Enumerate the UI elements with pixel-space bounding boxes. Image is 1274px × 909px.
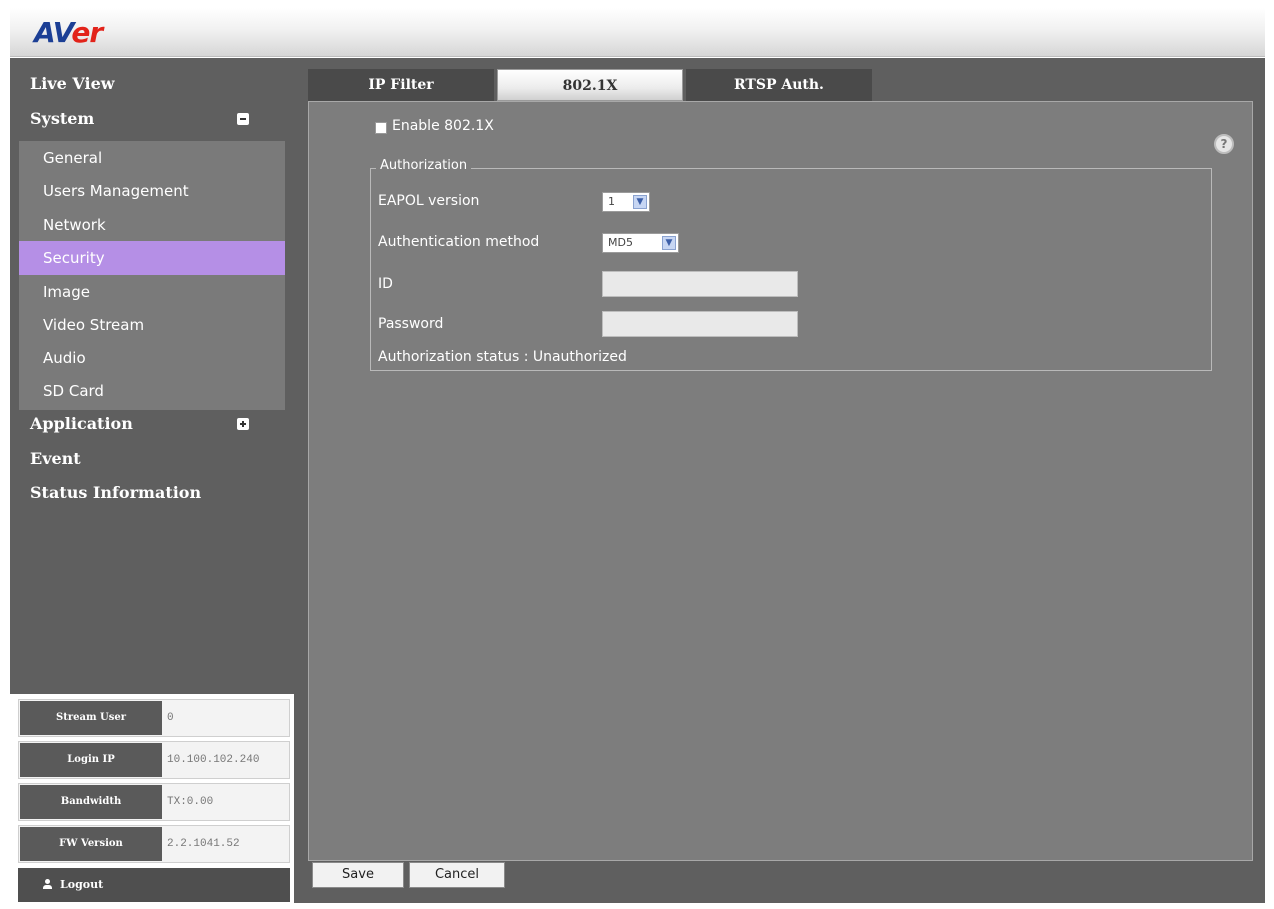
logout-button[interactable]: Logout: [18, 868, 290, 902]
tab-ip-filter[interactable]: IP Filter: [308, 69, 494, 101]
id-input[interactable]: [602, 271, 798, 297]
authorization-status: Authorization status : Unauthorized: [378, 349, 627, 365]
chevron-down-icon: ▼: [633, 195, 647, 209]
authorization-fieldset: [370, 168, 1212, 371]
user-icon: [43, 879, 52, 890]
nav-live-view[interactable]: Live View: [30, 74, 115, 93]
info-value: 2.2.1041.52: [167, 838, 240, 850]
authentication-method-value: MD5: [608, 236, 633, 249]
sidebar-item-general[interactable]: General: [19, 141, 285, 175]
sidebar-item-sd-card[interactable]: SD Card: [19, 374, 285, 408]
authentication-method-select[interactable]: MD5 ▼: [602, 233, 679, 253]
help-icon[interactable]: ?: [1214, 134, 1234, 154]
nav-status-information[interactable]: Status Information: [30, 483, 201, 502]
id-label: ID: [378, 276, 393, 292]
tab-rtsp-auth[interactable]: RTSP Auth.: [686, 69, 872, 101]
enable-802-1x-label: Enable 802.1X: [392, 118, 494, 134]
nav-system-label: System: [30, 109, 95, 128]
info-bandwidth: Bandwidth TX:0.00: [18, 783, 290, 821]
enable-802-1x-checkbox[interactable]: [375, 122, 387, 134]
info-value: TX:0.00: [167, 796, 214, 808]
nav-application-label: Application: [30, 414, 133, 433]
logout-label: Logout: [60, 878, 104, 891]
info-value: 10.100.102.240: [167, 754, 260, 766]
sidebar-item-users-management[interactable]: Users Management: [19, 174, 285, 208]
chevron-down-icon: ▼: [662, 236, 676, 250]
info-stream-user: Stream User 0: [18, 699, 290, 737]
sidebar-item-network[interactable]: Network: [19, 208, 285, 242]
password-label: Password: [378, 316, 444, 332]
system-submenu: General Users Management Network Securit…: [19, 141, 285, 410]
nav-system[interactable]: System: [30, 109, 249, 128]
eapol-version-label: EAPOL version: [378, 193, 480, 209]
cancel-button[interactable]: Cancel: [409, 862, 505, 888]
info-value: 0: [167, 712, 174, 724]
eapol-version-select[interactable]: 1 ▼: [602, 192, 650, 212]
collapse-icon[interactable]: [237, 113, 249, 125]
sidebar-item-audio[interactable]: Audio: [19, 341, 285, 375]
sidebar-item-video-stream[interactable]: Video Stream: [19, 308, 285, 342]
sidebar: Live View System General Users Managemen…: [10, 58, 294, 694]
authorization-legend: Authorization: [376, 158, 472, 173]
info-login-ip: Login IP 10.100.102.240: [18, 741, 290, 779]
info-label: FW Version: [20, 827, 162, 861]
eapol-version-value: 1: [608, 195, 615, 208]
info-label: Stream User: [20, 701, 162, 735]
authentication-method-label: Authentication method: [378, 234, 540, 250]
nav-application[interactable]: Application: [30, 414, 249, 433]
sidebar-item-image[interactable]: Image: [19, 275, 285, 309]
info-label: Login IP: [20, 743, 162, 777]
password-input[interactable]: [602, 311, 798, 337]
info-fw-version: FW Version 2.2.1041.52: [18, 825, 290, 863]
tab-802-1x[interactable]: 802.1X: [497, 69, 683, 101]
sidebar-item-security[interactable]: Security: [19, 241, 285, 275]
nav-event[interactable]: Event: [30, 449, 81, 468]
info-label: Bandwidth: [20, 785, 162, 819]
save-button[interactable]: Save: [312, 862, 404, 888]
expand-icon[interactable]: [237, 418, 249, 430]
aver-logo: AVer: [34, 16, 103, 49]
header-bar: AVer: [10, 8, 1265, 57]
